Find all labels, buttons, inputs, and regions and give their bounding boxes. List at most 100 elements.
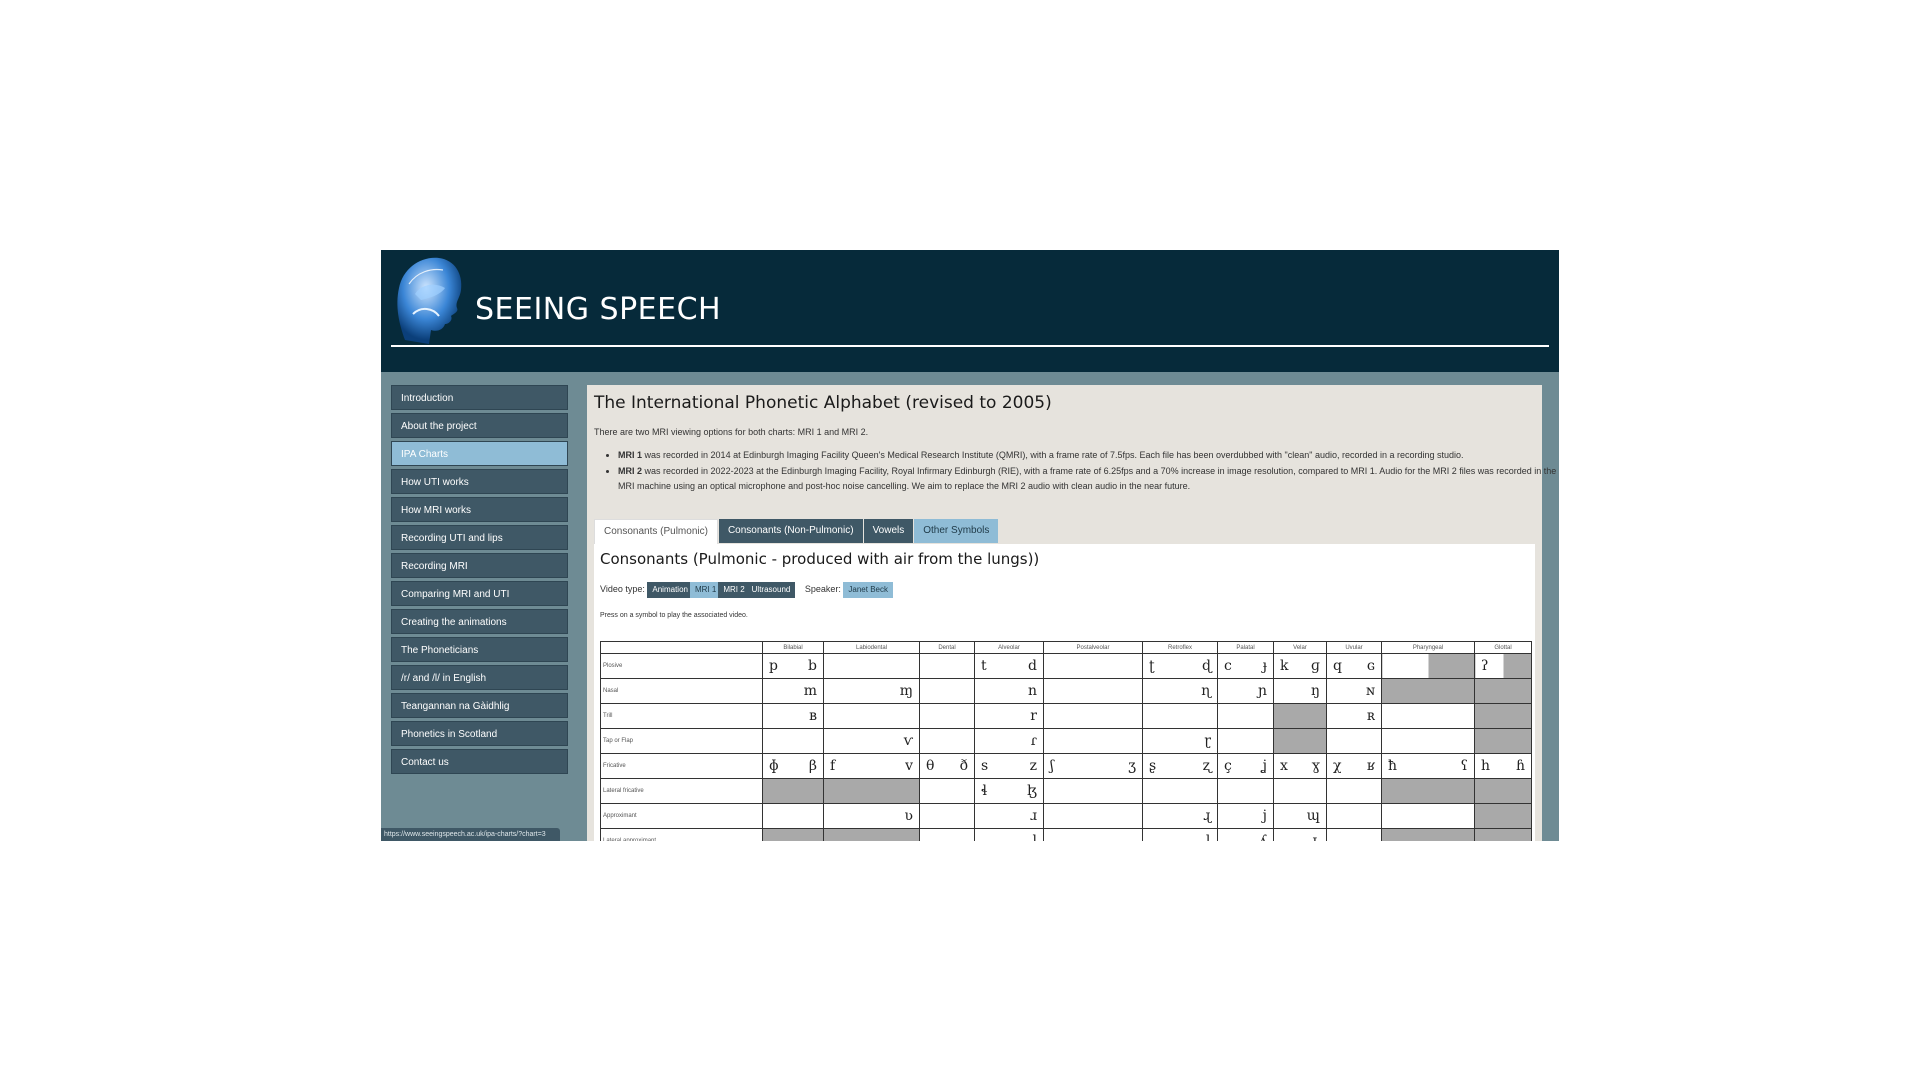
ipa-symbol[interactable]: ɳ [1201,683,1211,699]
sidebar-item[interactable]: Introduction [391,385,568,410]
video-type-button[interactable]: MRI 2 [718,581,750,598]
ipa-cell: qɢ [1326,653,1382,679]
ipa-cell: ʀ [1326,703,1382,729]
ipa-symbol[interactable]: ɸ [769,758,779,774]
ipa-cell: ɱ [823,678,920,704]
ipa-symbol[interactable]: j [1263,808,1267,824]
ipa-symbol[interactable]: ɣ [1312,758,1320,774]
ipa-symbol[interactable]: ʈ [1149,658,1155,674]
ipa-symbol[interactable]: ɰ [1307,808,1320,824]
ipa-symbol[interactable]: ɲ [1258,683,1267,699]
ipa-cell [919,678,975,704]
table-row: Lateral approximant l ɭ ʎ ʟ [600,828,1532,841]
ipa-symbol[interactable]: ʐ [1203,758,1211,774]
ipa-symbol[interactable]: ð [960,758,968,774]
site-frame: SEEING SPEECH Introduction About the proj… [381,250,1559,841]
ipa-symbol[interactable]: f [830,758,835,774]
ipa-symbol[interactable]: χ [1333,758,1341,774]
ipa-symbol[interactable]: ʔ [1481,658,1489,674]
ipa-symbol[interactable]: ɦ [1516,758,1525,774]
ipa-symbol[interactable]: ʒ [1128,758,1136,774]
ipa-consonant-table: Bilabial Labiodental Dental Alveolar Postalv… [600,641,1532,841]
sidebar-item[interactable]: How UTI works [391,469,568,494]
ipa-cell [1381,703,1475,729]
sidebar-item[interactable]: How MRI works [391,497,568,522]
ipa-symbol[interactable]: r [1030,708,1037,724]
ipa-symbol[interactable]: h [1481,758,1490,774]
ipa-symbol[interactable]: ɹ [1030,808,1037,824]
tab-other-symbols[interactable]: Other Symbols [914,519,999,543]
ipa-cell: ɳ [1142,678,1218,704]
sidebar-item[interactable]: Recording UTI and lips [391,525,568,550]
ipa-symbol[interactable]: ɾ [1031,733,1037,749]
ipa-symbol[interactable]: ŋ [1311,683,1320,699]
ipa-symbol[interactable]: ʀ [1367,708,1375,724]
ipa-symbol[interactable]: l [1033,833,1037,841]
ipa-symbol[interactable]: ɽ [1204,733,1211,749]
ipa-symbol[interactable]: q [1333,658,1342,674]
sidebar-item[interactable]: Creating the animations [391,609,568,634]
ipa-symbol[interactable]: ʝ [1262,758,1267,774]
sidebar-item[interactable]: Recording MRI [391,553,568,578]
ipa-cell: fv [823,753,920,779]
ipa-symbol[interactable]: s [981,758,988,774]
ipa-symbol[interactable]: ɮ [1027,783,1037,799]
sidebar-item[interactable]: Comparing MRI and UTI [391,581,568,606]
sidebar-item[interactable]: IPA Charts [391,441,568,466]
site-title[interactable]: SEEING SPEECH [475,292,721,327]
ipa-cell [1217,728,1274,754]
ipa-symbol[interactable]: k [1280,658,1288,674]
ipa-symbol[interactable]: ʕ [1460,758,1468,774]
sidebar-item[interactable]: Teangannan na Gàidhlig [391,693,568,718]
ipa-cell [1381,778,1475,804]
video-type-button[interactable]: Ultrasound [746,581,796,598]
ipa-symbol[interactable]: d [1028,658,1037,674]
ipa-symbol[interactable]: ʎ [1259,833,1267,841]
video-type-button[interactable]: Animation [647,581,693,598]
ipa-symbol[interactable]: t [981,658,987,674]
sidebar-item[interactable]: Phonetics in Scotland [391,721,568,746]
ipa-symbol[interactable]: ɭ [1206,833,1211,841]
ipa-cell [1474,778,1532,804]
ipa-symbol[interactable]: ɢ [1367,658,1375,674]
ipa-symbol[interactable]: b [808,658,817,674]
ipa-symbol[interactable]: ⱱ [904,733,913,749]
ipa-symbol[interactable]: ɟ [1263,658,1267,674]
ipa-symbol[interactable]: ɴ [1366,683,1375,699]
ipa-cell: ⱱ [823,728,920,754]
tab-vowels[interactable]: Vowels [863,519,914,543]
sidebar-item[interactable]: The Phoneticians [391,637,568,662]
tab-consonants-pulmonic[interactable]: Consonants (Pulmonic) [594,519,718,545]
video-type-button[interactable]: MRI 1 [689,581,722,598]
sidebar-item[interactable]: About the project [391,413,568,438]
ipa-symbol[interactable]: ʋ [904,808,913,824]
head-mri-logo-icon[interactable] [391,254,465,346]
ipa-symbol[interactable]: ʁ [1367,758,1375,774]
ipa-symbol[interactable]: ɡ [1311,658,1320,674]
ipa-symbol[interactable]: ç [1224,758,1232,774]
ipa-symbol[interactable]: ʃ [1050,758,1054,774]
ipa-symbol[interactable]: p [769,658,778,674]
ipa-symbol[interactable]: ħ [1388,758,1397,774]
ipa-symbol[interactable]: β [809,758,817,774]
ipa-cell [1273,778,1327,804]
ipa-symbol[interactable]: z [1030,758,1037,774]
ipa-symbol[interactable]: ʂ [1149,758,1156,774]
ipa-symbol[interactable]: c [1224,658,1232,674]
sidebar-item[interactable]: Contact us [391,749,568,774]
ipa-symbol[interactable]: ʙ [809,708,817,724]
ipa-symbol[interactable]: ʟ [1312,833,1320,841]
ipa-symbol[interactable]: ɬ [981,783,987,799]
ipa-symbol[interactable]: x [1280,758,1288,774]
ipa-cell: ɰ [1273,803,1327,829]
tab-consonants-non-pulmonic[interactable]: Consonants (Non-Pulmonic) [718,519,863,543]
ipa-symbol[interactable]: n [1028,683,1037,699]
ipa-symbol[interactable]: ɻ [1203,808,1211,824]
ipa-symbol[interactable]: v [905,758,913,774]
speaker-button[interactable]: Janet Beck [843,581,893,598]
ipa-symbol[interactable]: m [804,683,817,699]
ipa-symbol[interactable]: θ [926,758,934,774]
ipa-symbol[interactable]: ɱ [900,683,913,699]
sidebar-item[interactable]: /r/ and /l/ in English [391,665,568,690]
ipa-symbol[interactable]: ɖ [1202,658,1211,674]
